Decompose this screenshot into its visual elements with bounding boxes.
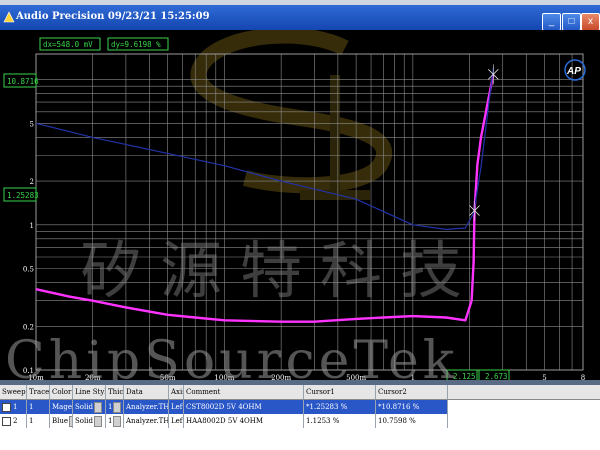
app-icon (3, 11, 15, 23)
cell-data[interactable]: Analyzer.THD+ (124, 400, 169, 414)
cell-color[interactable]: Mage (50, 400, 73, 414)
svg-text:10.8716: 10.8716 (7, 77, 39, 86)
header-sweep[interactable]: Sweep (0, 385, 27, 399)
header-data[interactable]: Data (124, 385, 169, 399)
cell-cursor1: *1.25283 % (304, 400, 376, 414)
header-trace[interactable]: Trace (27, 385, 50, 399)
close-button[interactable]: x (581, 13, 600, 31)
cell-data[interactable]: Analyzer.THD+N (124, 414, 169, 428)
header-line-style[interactable]: Line Style (73, 385, 106, 399)
cell-trace: 1 (27, 400, 50, 414)
cell-cursor2: *10.8716 % (376, 400, 448, 414)
svg-text:dx=548.0 mV: dx=548.0 mV (43, 40, 93, 49)
y-tick-label: 0.5 (23, 265, 34, 273)
table-header: Sweep Trace Color Line Style Thick Data … (0, 385, 600, 400)
dy-readout: dy=9.6198 % (107, 37, 169, 51)
svg-text:AP: AP (566, 66, 581, 77)
row-checkbox[interactable] (2, 402, 11, 412)
row-checkbox[interactable] (2, 416, 11, 426)
dx-readout: dx=548.0 mV (39, 37, 101, 51)
y-tick-label: 5 (30, 120, 34, 128)
minimize-button[interactable]: _ (542, 13, 561, 31)
dropdown-arrow-icon (93, 401, 102, 413)
header-color[interactable]: Color (50, 385, 73, 399)
header-cursor2[interactable]: Cursor2 (376, 385, 448, 399)
header-cursor1[interactable]: Cursor1 (304, 385, 376, 399)
cursor2-y-readout[interactable]: 10.8716 (3, 73, 39, 88)
cell-axis[interactable]: Left (169, 400, 184, 414)
table-row[interactable]: 1 1 Mage Solid 1 Analyzer.THD+ Left CST8… (0, 400, 600, 414)
cursor1-y-readout[interactable]: 1.25283 (3, 187, 39, 202)
dropdown-arrow-icon (113, 415, 122, 427)
header-thick[interactable]: Thick (106, 385, 124, 399)
title-bar: Audio Precision 09/23/21 15:25:09 _ □ x (0, 5, 600, 31)
header-comment[interactable]: Comment (184, 385, 304, 399)
cell-axis[interactable]: Left (169, 414, 184, 428)
cell-cursor2: 10.7598 % (376, 414, 448, 428)
thd-chart[interactable]: 10m20m50m100m200m500m1258 105210.50.20.1… (0, 27, 600, 383)
maximize-button[interactable]: □ (562, 13, 581, 31)
table-row[interactable]: 2 1 Blue Solid 1 Analyzer.THD+N Left HAA… (0, 414, 600, 428)
dropdown-arrow-icon (113, 401, 122, 413)
cell-thick[interactable]: 1 (106, 400, 124, 414)
cell-line-style[interactable]: Solid (73, 414, 106, 428)
cell-comment[interactable]: CST8002D 5V 4OHM (184, 400, 304, 414)
cell-trace: 1 (27, 414, 50, 428)
y-tick-label: 2 (30, 178, 34, 186)
trace-table: Sweep Trace Color Line Style Thick Data … (0, 380, 600, 450)
cell-color[interactable]: Blue (50, 414, 73, 428)
header-axis[interactable]: Axis (169, 385, 184, 399)
y-tick-label: 1 (30, 222, 34, 230)
cell-line-style[interactable]: Solid (73, 400, 106, 414)
dropdown-arrow-icon (93, 415, 102, 427)
cell-sweep: 2 (0, 414, 27, 428)
svg-text:dy=9.6198 %: dy=9.6198 % (111, 40, 161, 49)
cell-thick[interactable]: 1 (106, 414, 124, 428)
cell-comment[interactable]: HAA8002D 5V 4OHM (184, 414, 304, 428)
window-title: Audio Precision 09/23/21 15:25:09 (16, 11, 210, 22)
graph-panel: 10m20m50m100m200m500m1258 105210.50.20.1… (0, 27, 600, 383)
svg-text:1.25283: 1.25283 (7, 191, 39, 200)
cell-sweep: 1 (0, 400, 27, 414)
cell-cursor1: 1.1253 % (304, 414, 376, 428)
watermark-cn: 矽源特科技 (80, 234, 480, 307)
